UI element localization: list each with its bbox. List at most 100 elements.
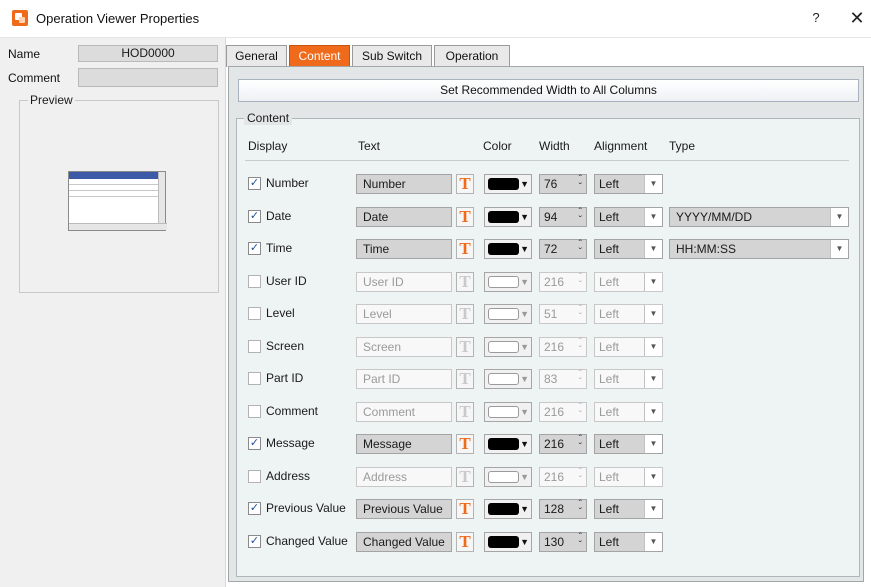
tab-operation[interactable]: Operation <box>434 45 510 67</box>
text-field[interactable]: Number <box>356 174 452 194</box>
alignment-select[interactable]: Left ▼ <box>594 272 663 292</box>
font-text-icon[interactable]: T <box>456 532 474 552</box>
type-select[interactable]: YYYY/MM/DD ▼ <box>669 207 849 227</box>
font-text-icon[interactable]: T <box>456 207 474 227</box>
type-select[interactable]: HH:MM:SS ▼ <box>669 239 849 259</box>
display-checkbox[interactable] <box>248 307 261 320</box>
text-field[interactable]: Address <box>356 467 452 487</box>
alignment-select[interactable]: Left ▼ <box>594 304 663 324</box>
width-spinner[interactable]: 216 ˆ ˇ <box>539 434 587 454</box>
width-spinner[interactable]: 216 ˆ ˇ <box>539 337 587 357</box>
display-checkbox[interactable]: ✓ <box>248 502 261 515</box>
chevron-down-icon[interactable]: ▼ <box>644 468 662 486</box>
display-checkbox[interactable]: ✓ <box>248 177 261 190</box>
set-recommended-width-button[interactable]: Set Recommended Width to All Columns <box>238 79 859 102</box>
width-spinner[interactable]: 128 ˆ ˇ <box>539 499 587 519</box>
chevron-down-icon[interactable]: ▼ <box>644 273 662 291</box>
display-checkbox[interactable]: ✓ <box>248 242 261 255</box>
text-field[interactable]: Time <box>356 239 452 259</box>
width-spinner[interactable]: 130 ˆ ˇ <box>539 532 587 552</box>
color-picker[interactable]: ▼ <box>484 272 532 292</box>
spinner-arrows-icon[interactable]: ˆˇ <box>579 468 582 486</box>
display-checkbox[interactable] <box>248 372 261 385</box>
chevron-down-icon[interactable]: ▼ <box>644 240 662 258</box>
text-field[interactable]: Screen <box>356 337 452 357</box>
font-text-icon[interactable]: T <box>456 337 474 357</box>
font-text-icon[interactable]: T <box>456 304 474 324</box>
spinner-arrows-icon[interactable]: ˆˇ <box>579 370 582 388</box>
alignment-select[interactable]: Left ▼ <box>594 337 663 357</box>
color-picker[interactable]: ▼ <box>484 532 532 552</box>
font-text-icon[interactable]: T <box>456 272 474 292</box>
font-text-icon[interactable]: T <box>456 239 474 259</box>
spinner-arrows-icon[interactable]: ˆˇ <box>579 338 582 356</box>
alignment-select[interactable]: Left ▼ <box>594 239 663 259</box>
chevron-down-icon[interactable]: ▼ <box>644 338 662 356</box>
spinner-arrows-icon[interactable]: ˆˇ <box>579 435 582 453</box>
color-picker[interactable]: ▼ <box>484 434 532 454</box>
width-spinner[interactable]: 83 ˆ ˇ <box>539 369 587 389</box>
display-checkbox[interactable]: ✓ <box>248 210 261 223</box>
spinner-arrows-icon[interactable]: ˆˇ <box>579 208 582 226</box>
alignment-select[interactable]: Left ▼ <box>594 499 663 519</box>
color-picker[interactable]: ▼ <box>484 402 532 422</box>
chevron-down-icon[interactable]: ▼ <box>644 208 662 226</box>
font-text-icon[interactable]: T <box>456 467 474 487</box>
spinner-arrows-icon[interactable]: ˆˇ <box>579 403 582 421</box>
close-button[interactable]: ✕ <box>846 7 868 29</box>
color-picker[interactable]: ▼ <box>484 239 532 259</box>
color-picker[interactable]: ▼ <box>484 369 532 389</box>
font-text-icon[interactable]: T <box>456 499 474 519</box>
alignment-select[interactable]: Left ▼ <box>594 467 663 487</box>
width-spinner[interactable]: 72 ˆ ˇ <box>539 239 587 259</box>
width-spinner[interactable]: 51 ˆ ˇ <box>539 304 587 324</box>
color-picker[interactable]: ▼ <box>484 207 532 227</box>
chevron-down-icon[interactable]: ▼ <box>830 240 848 258</box>
color-picker[interactable]: ▼ <box>484 174 532 194</box>
spinner-arrows-icon[interactable]: ˆˇ <box>579 240 582 258</box>
display-checkbox[interactable] <box>248 275 261 288</box>
alignment-select[interactable]: Left ▼ <box>594 402 663 422</box>
spinner-arrows-icon[interactable]: ˆˇ <box>579 500 582 518</box>
display-checkbox[interactable] <box>248 340 261 353</box>
chevron-down-icon[interactable]: ▼ <box>644 533 662 551</box>
alignment-select[interactable]: Left ▼ <box>594 174 663 194</box>
tab-sub-switch[interactable]: Sub Switch <box>352 45 432 67</box>
spinner-arrows-icon[interactable]: ˆˇ <box>579 273 582 291</box>
text-field[interactable]: Part ID <box>356 369 452 389</box>
width-spinner[interactable]: 94 ˆ ˇ <box>539 207 587 227</box>
color-picker[interactable]: ▼ <box>484 337 532 357</box>
spinner-arrows-icon[interactable]: ˆˇ <box>579 175 582 193</box>
text-field[interactable]: Comment <box>356 402 452 422</box>
text-field[interactable]: Changed Value <box>356 532 452 552</box>
display-checkbox[interactable] <box>248 470 261 483</box>
alignment-select[interactable]: Left ▼ <box>594 532 663 552</box>
font-text-icon[interactable]: T <box>456 369 474 389</box>
font-text-icon[interactable]: T <box>456 434 474 454</box>
color-picker[interactable]: ▼ <box>484 304 532 324</box>
alignment-select[interactable]: Left ▼ <box>594 369 663 389</box>
alignment-select[interactable]: Left ▼ <box>594 207 663 227</box>
text-field[interactable]: Level <box>356 304 452 324</box>
display-checkbox[interactable] <box>248 405 261 418</box>
text-field[interactable]: User ID <box>356 272 452 292</box>
width-spinner[interactable]: 216 ˆ ˇ <box>539 467 587 487</box>
spinner-arrows-icon[interactable]: ˆˇ <box>579 533 582 551</box>
text-field[interactable]: Message <box>356 434 452 454</box>
comment-field[interactable] <box>78 68 218 87</box>
text-field[interactable]: Previous Value <box>356 499 452 519</box>
font-text-icon[interactable]: T <box>456 402 474 422</box>
text-field[interactable]: Date <box>356 207 452 227</box>
width-spinner[interactable]: 216 ˆ ˇ <box>539 402 587 422</box>
font-text-icon[interactable]: T <box>456 174 474 194</box>
width-spinner[interactable]: 76 ˆ ˇ <box>539 174 587 194</box>
color-picker[interactable]: ▼ <box>484 467 532 487</box>
tab-general[interactable]: General <box>226 45 287 67</box>
chevron-down-icon[interactable]: ▼ <box>644 403 662 421</box>
color-picker[interactable]: ▼ <box>484 499 532 519</box>
width-spinner[interactable]: 216 ˆ ˇ <box>539 272 587 292</box>
alignment-select[interactable]: Left ▼ <box>594 434 663 454</box>
chevron-down-icon[interactable]: ▼ <box>830 208 848 226</box>
chevron-down-icon[interactable]: ▼ <box>644 500 662 518</box>
spinner-arrows-icon[interactable]: ˆˇ <box>579 305 582 323</box>
